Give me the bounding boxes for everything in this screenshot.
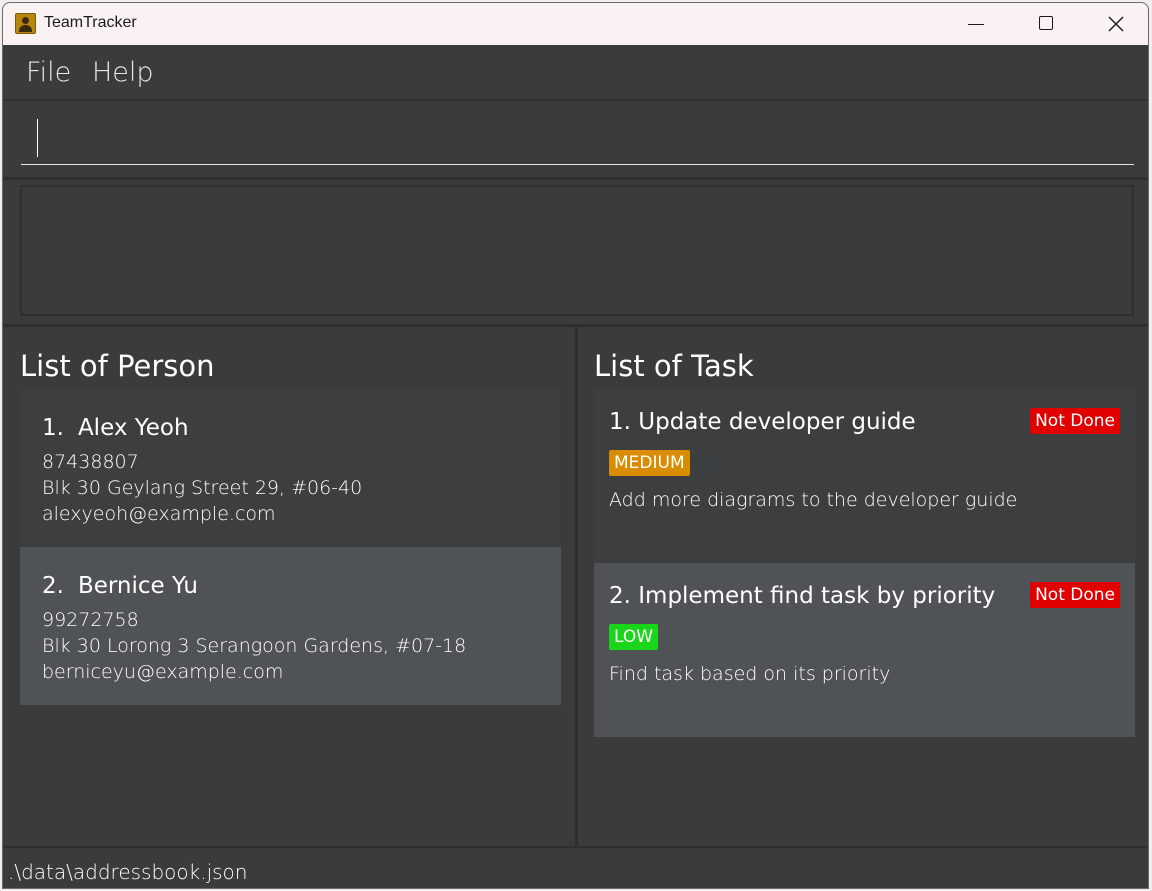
task-status-badge: Not Done [1030, 408, 1120, 434]
person-phone: 99272758 [42, 609, 139, 631]
minimize-button[interactable] [941, 3, 1011, 45]
task-priority-badge: MEDIUM [609, 450, 690, 476]
title-bar[interactable]: TeamTracker [3, 3, 1148, 45]
person-list-panel: List of Person 1. Alex Yeoh 87438807 Blk … [3, 327, 575, 846]
person-name: Bernice Yu [77, 573, 198, 599]
person-index: 2. [42, 573, 64, 599]
window-title: TeamTracker [44, 14, 137, 31]
maximize-icon [1039, 16, 1053, 30]
person-name: Alex Yeoh [77, 415, 189, 441]
task-card[interactable]: 1. Update developer guide Not Done MEDIU… [594, 389, 1135, 563]
app-contact-icon [15, 13, 36, 34]
person-email: berniceyu@example.com [42, 661, 284, 683]
task-title: 2. Implement find task by priority [609, 583, 996, 609]
close-icon [1108, 16, 1124, 32]
command-input[interactable] [21, 115, 1134, 165]
person-address: Blk 30 Geylang Street 29, #06-40 [42, 477, 363, 499]
person-phone: 87438807 [42, 451, 139, 473]
command-box [3, 101, 1148, 180]
data-file-path: .\data\addressbook.json [8, 860, 248, 884]
person-card[interactable]: 2. Bernice Yu 99272758 Blk 30 Lorong 3 Se… [20, 547, 561, 705]
person-name-row: 1. Alex Yeoh [42, 415, 189, 441]
maximize-button[interactable] [1011, 3, 1081, 45]
task-card[interactable]: 2. Implement find task by priority Not D… [594, 563, 1135, 737]
close-button[interactable] [1081, 3, 1148, 45]
task-description: Add more diagrams to the developer guide [609, 489, 1018, 511]
task-status-badge: Not Done [1030, 582, 1120, 608]
result-display [20, 185, 1134, 316]
person-email: alexyeoh@example.com [42, 503, 276, 525]
task-title: 1. Update developer guide [609, 409, 916, 435]
task-priority-badge: LOW [609, 624, 659, 650]
menu-bar: File Help [3, 45, 1148, 101]
menu-help[interactable]: Help [92, 57, 154, 88]
minimize-icon [968, 24, 984, 25]
person-name-row: 2. Bernice Yu [42, 573, 198, 599]
status-bar: .\data\addressbook.json [3, 846, 1148, 888]
person-address: Blk 30 Lorong 3 Serangoon Gardens, #07-1… [42, 635, 467, 657]
task-list-panel: List of Task 1. Update developer guide N… [578, 327, 1148, 846]
text-caret [37, 119, 38, 157]
person-list-title: List of Person [20, 349, 215, 383]
person-card[interactable]: 1. Alex Yeoh 87438807 Blk 30 Geylang Stre… [20, 389, 561, 547]
person-index: 1. [42, 415, 64, 441]
app-window: TeamTracker File Help List of Person 1. A… [2, 2, 1149, 889]
task-list-title: List of Task [594, 349, 754, 383]
menu-file[interactable]: File [26, 57, 71, 88]
task-description: Find task based on its priority [609, 663, 891, 685]
